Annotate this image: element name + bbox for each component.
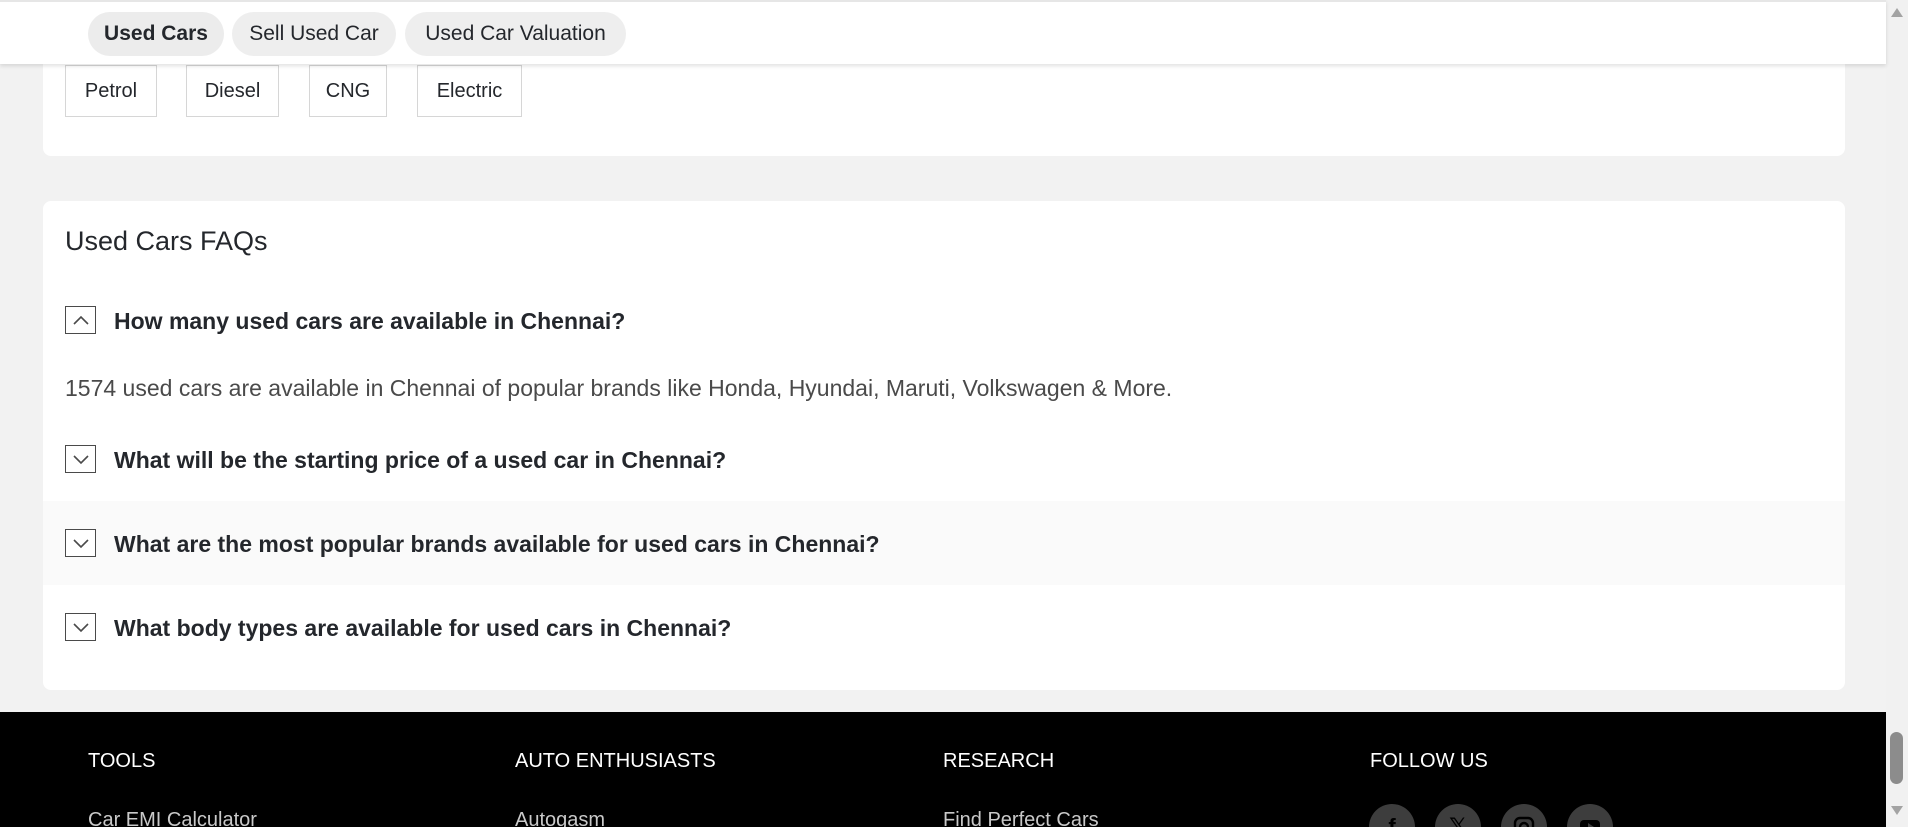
tab-used-car-valuation[interactable]: Used Car Valuation bbox=[405, 12, 626, 56]
fuel-chip-cng[interactable]: CNG bbox=[309, 65, 387, 117]
faq-item-3[interactable]: What are the most popular brands availab… bbox=[43, 501, 1845, 585]
youtube-icon[interactable] bbox=[1567, 804, 1613, 827]
chevron-up-icon[interactable] bbox=[65, 306, 96, 334]
fuel-chip-electric[interactable]: Electric bbox=[417, 65, 522, 117]
faq-item-4[interactable]: What body types are available for used c… bbox=[43, 585, 1845, 669]
instagram-icon[interactable] bbox=[1501, 804, 1547, 827]
faq-answer: 1574 used cars are available in Chennai … bbox=[65, 375, 1173, 401]
faq-question: What will be the starting price of a use… bbox=[114, 447, 727, 473]
x-icon[interactable]: 𝕏 bbox=[1435, 804, 1481, 827]
footer-heading-auto-enthusiasts: AUTO ENTHUSIASTS bbox=[515, 750, 716, 772]
faq-item-1[interactable]: How many used cars are available in Chen… bbox=[43, 278, 1845, 362]
scrollbar-thumb[interactable] bbox=[1890, 732, 1903, 784]
scroll-down-arrow-icon[interactable] bbox=[1891, 806, 1903, 815]
footer-heading-research: RESEARCH bbox=[943, 750, 1055, 772]
fuel-chip-petrol[interactable]: Petrol bbox=[65, 65, 157, 117]
fuel-chip-diesel[interactable]: Diesel bbox=[186, 65, 279, 117]
tab-used-cars[interactable]: Used Cars bbox=[88, 12, 224, 56]
chevron-down-icon[interactable] bbox=[65, 613, 96, 641]
faq-question: What body types are available for used c… bbox=[114, 615, 732, 641]
footer-heading-follow-us: FOLLOW US bbox=[1370, 750, 1488, 772]
footer-link-car-emi-calculator[interactable]: Car EMI Calculator bbox=[88, 809, 257, 827]
faq-card: Used Cars FAQs How many used cars are av… bbox=[43, 201, 1845, 690]
top-tab-bar: Used Cars Sell Used Car Used Car Valuati… bbox=[0, 0, 1886, 64]
facebook-icon[interactable]: f bbox=[1369, 804, 1415, 827]
faq-title: Used Cars FAQs bbox=[65, 226, 268, 256]
scroll-up-arrow-icon[interactable] bbox=[1891, 8, 1903, 17]
tab-sell-used-car[interactable]: Sell Used Car bbox=[232, 12, 396, 56]
faq-question: How many used cars are available in Chen… bbox=[114, 308, 626, 334]
faq-item-2[interactable]: What will be the starting price of a use… bbox=[43, 417, 1845, 501]
page-scrollbar[interactable] bbox=[1886, 0, 1908, 827]
chevron-down-icon[interactable] bbox=[65, 529, 96, 557]
chevron-down-icon[interactable] bbox=[65, 445, 96, 473]
site-footer: TOOLS Car EMI Calculator AUTO ENTHUSIAST… bbox=[0, 712, 1886, 827]
footer-heading-tools: TOOLS bbox=[88, 750, 156, 772]
footer-link-autogasm[interactable]: Autogasm bbox=[515, 809, 605, 827]
footer-link-find-perfect-cars[interactable]: Find Perfect Cars bbox=[943, 809, 1099, 827]
faq-question: What are the most popular brands availab… bbox=[114, 531, 880, 557]
